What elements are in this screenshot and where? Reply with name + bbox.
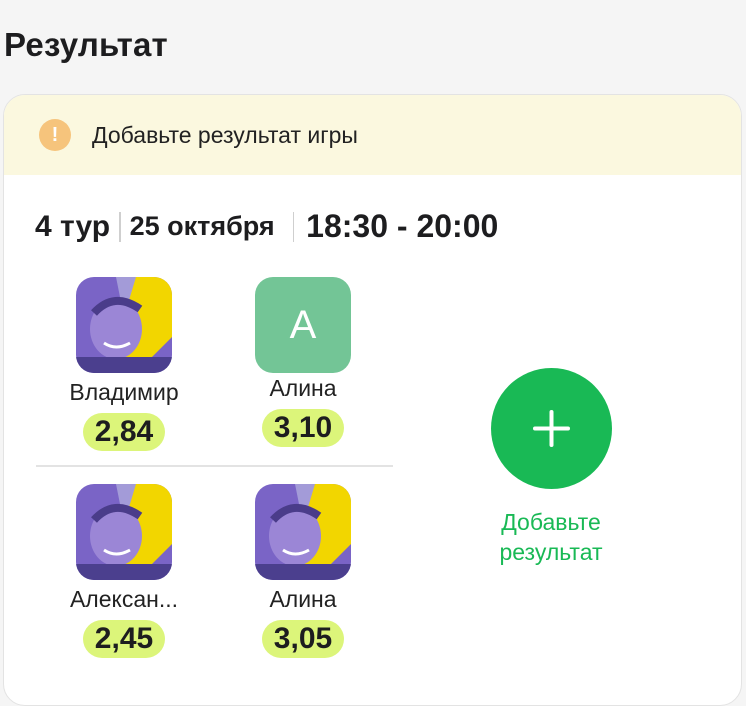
- player-name: Алина: [269, 375, 337, 401]
- player-name: Алексан...: [69, 586, 179, 612]
- score-badge: 2,84: [82, 413, 166, 451]
- player-card[interactable]: А Алина 3,10: [213, 277, 393, 447]
- meta-divider: [119, 211, 121, 242]
- row-divider: [36, 465, 393, 467]
- score-badge: 2,45: [82, 620, 166, 658]
- time-label: 18:30 - 20:00: [306, 208, 499, 244]
- round-label: 4 тур: [35, 209, 111, 243]
- match-card: ! Добавьте результат игры 4 тур 25 октяб…: [3, 94, 742, 706]
- player-name: Владимир: [69, 379, 179, 405]
- avatar: [76, 277, 172, 373]
- avatar: [76, 484, 172, 580]
- avatar: А: [255, 277, 351, 373]
- banner-text: Добавьте результат игры: [92, 121, 358, 148]
- player-card[interactable]: Алина 3,05: [213, 484, 393, 658]
- score-badge: 3,10: [261, 409, 345, 447]
- player-card[interactable]: Алексан... 2,45: [34, 484, 214, 658]
- score-badge: 3,05: [261, 620, 345, 658]
- player-name: Алина: [269, 586, 337, 612]
- match-meta: 4 тур 25 октября 18:30 - 20:00: [35, 208, 498, 245]
- add-result-button[interactable]: [491, 368, 612, 489]
- add-result-label[interactable]: Добавьте результат: [461, 507, 641, 567]
- result-banner: ! Добавьте результат игры: [4, 95, 741, 175]
- meta-divider: [292, 211, 295, 242]
- date-label: 25 октября: [129, 211, 275, 241]
- plus-icon: [533, 410, 570, 447]
- avatar: [255, 484, 351, 580]
- warning-icon: !: [39, 119, 71, 151]
- player-card[interactable]: Владимир 2,84: [34, 277, 214, 451]
- page-title: Результат: [4, 26, 168, 63]
